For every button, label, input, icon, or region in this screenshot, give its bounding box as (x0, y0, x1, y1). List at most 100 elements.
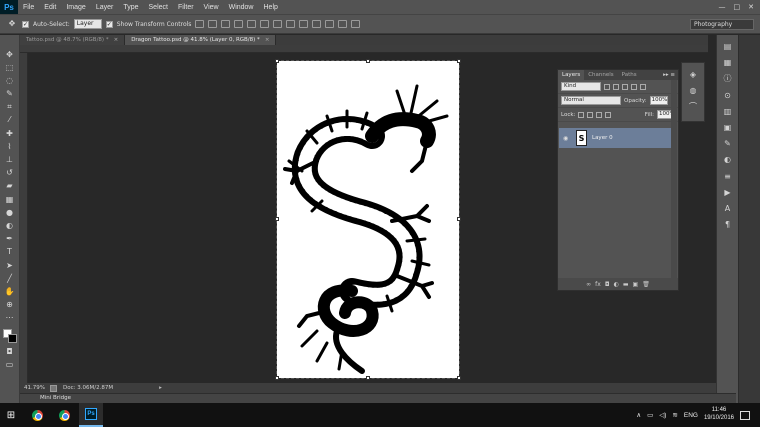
blur-tool-icon[interactable]: ● (4, 207, 16, 218)
align-right-icon[interactable] (260, 20, 270, 28)
windows-start-icon[interactable]: ⊞ (0, 410, 22, 421)
lock-image-icon[interactable] (587, 111, 594, 118)
panel-menu-icon[interactable]: ▸▸ ≡ (663, 72, 678, 78)
layers-panel-icon[interactable]: ◈ (687, 69, 699, 81)
horizontal-ruler[interactable] (20, 45, 708, 53)
pen-tool-icon[interactable]: ✒ (4, 234, 16, 245)
tab-paths[interactable]: Paths (618, 70, 641, 80)
distribute-right-icon[interactable] (338, 20, 348, 28)
battery-icon[interactable]: ▭ (647, 411, 653, 419)
adjustment-layer-icon[interactable]: ◐ (614, 281, 619, 288)
workspace-dropdown[interactable]: Photography (690, 19, 754, 30)
transform-handle-ml[interactable] (275, 217, 279, 221)
filter-shape-icon[interactable] (631, 83, 637, 90)
more-tools-icon[interactable]: ⋯ (4, 313, 16, 324)
menu-edit[interactable]: Edit (39, 4, 61, 11)
info-panel-icon[interactable]: ⓘ (722, 73, 734, 85)
filter-adjustment-icon[interactable] (613, 83, 619, 90)
paragraph-panel-icon[interactable]: ¶ (722, 219, 734, 231)
brush-panel-icon[interactable]: ✎ (722, 138, 734, 150)
zoom-tool-icon[interactable]: ⊕ (4, 300, 16, 311)
lasso-tool-icon[interactable]: ◌ (4, 75, 16, 86)
status-info-icon[interactable] (50, 384, 57, 392)
document-canvas[interactable] (276, 60, 460, 379)
move-tool-icon[interactable]: ✥ (4, 49, 16, 60)
mini-bridge-bar[interactable]: Mini Bridge (20, 393, 736, 403)
styles-panel-icon[interactable]: ≡ (722, 171, 734, 183)
history-panel-icon[interactable]: ▤ (722, 41, 734, 53)
blend-mode-dropdown[interactable]: Normal (561, 96, 621, 105)
crop-tool-icon[interactable]: ⌗ (4, 102, 16, 113)
tab-close-icon[interactable]: × (114, 37, 119, 43)
show-transform-checkbox[interactable]: ✓ (105, 20, 113, 28)
menu-filter[interactable]: Filter (173, 4, 199, 11)
taskbar-photoshop[interactable]: Ps (79, 403, 103, 427)
new-layer-icon[interactable]: ▣ (633, 281, 639, 288)
menu-file[interactable]: File (18, 4, 39, 11)
distribute-left-icon[interactable] (312, 20, 322, 28)
menu-image[interactable]: Image (61, 4, 90, 11)
zoom-level[interactable]: 41.79% (24, 385, 45, 391)
menu-view[interactable]: View (199, 4, 224, 11)
color-panel-icon[interactable]: ▦ (722, 57, 734, 69)
menu-type[interactable]: Type (118, 4, 143, 11)
align-top-icon[interactable] (195, 20, 205, 28)
menu-help[interactable]: Help (259, 4, 283, 11)
hand-tool-icon[interactable]: ✋ (4, 286, 16, 297)
transform-handle-tr[interactable] (457, 59, 461, 63)
auto-select-checkbox[interactable]: ✓ (22, 20, 29, 28)
distribute-top-icon[interactable] (273, 20, 283, 28)
clone-stamp-tool-icon[interactable]: ⊥ (4, 155, 16, 166)
filter-smart-object-icon[interactable] (640, 83, 646, 90)
kind-filter-dropdown[interactable]: Kind (561, 82, 601, 91)
add-mask-icon[interactable]: ◘ (605, 281, 610, 288)
lock-transparent-icon[interactable] (578, 111, 585, 118)
gradient-tool-icon[interactable]: ▦ (4, 194, 16, 205)
transform-handle-tc[interactable] (366, 59, 370, 63)
align-left-icon[interactable] (234, 20, 244, 28)
eraser-tool-icon[interactable]: ▰ (4, 181, 16, 192)
filter-pixel-icon[interactable] (604, 83, 610, 90)
visibility-eye-icon[interactable]: ◉ (563, 135, 571, 142)
opacity-input[interactable]: 100% (649, 96, 668, 105)
wifi-icon[interactable]: ≋ (672, 411, 677, 419)
layers-scrollbar[interactable] (671, 80, 677, 278)
screen-mode-icon[interactable]: ▭ (4, 359, 16, 370)
volume-icon[interactable]: ◁) (659, 411, 666, 419)
align-bottom-icon[interactable] (221, 20, 231, 28)
lock-position-icon[interactable] (596, 111, 603, 118)
layer-style-icon[interactable]: fx (595, 281, 601, 288)
distribute-vcenter-icon[interactable] (286, 20, 296, 28)
quick-mask-icon[interactable]: ◘ (4, 346, 16, 357)
notifications-icon[interactable] (740, 410, 750, 420)
menu-layer[interactable]: Layer (91, 4, 119, 11)
tab-tattoo[interactable]: Tattoo.psd @ 48.7% (RGB/8) * × (20, 35, 126, 45)
auto-select-dropdown[interactable]: Layer (73, 19, 102, 29)
adjustments-panel-icon[interactable]: ◐ (722, 154, 734, 166)
swatches-panel-icon[interactable]: ▣ (722, 122, 734, 134)
type-tool-icon[interactable]: T (4, 247, 16, 258)
filter-type-icon[interactable] (622, 83, 628, 90)
path-selection-tool-icon[interactable]: ➤ (4, 260, 16, 271)
transform-handle-br[interactable] (457, 376, 461, 380)
marquee-tool-icon[interactable]: ⬚ (4, 62, 16, 73)
vertical-ruler[interactable] (20, 53, 28, 383)
histogram-panel-icon[interactable]: ▥ (722, 106, 734, 118)
menu-window[interactable]: Window (224, 4, 259, 11)
transform-handle-bc[interactable] (366, 376, 370, 380)
align-vcenter-icon[interactable] (208, 20, 218, 28)
minimize-button[interactable]: — (719, 3, 726, 11)
lock-all-icon[interactable] (605, 111, 612, 118)
actions-panel-icon[interactable]: ▶ (722, 187, 734, 199)
history-brush-tool-icon[interactable]: ↺ (4, 168, 16, 179)
align-hcenter-icon[interactable] (247, 20, 257, 28)
show-hidden-icons-icon[interactable]: ∧ (636, 411, 641, 419)
taskbar-chrome-2[interactable] (52, 403, 76, 427)
tab-channels[interactable]: Channels (584, 70, 617, 80)
distribute-hcenter-icon[interactable] (325, 20, 335, 28)
clock[interactable]: 11:46 19/10/2016 (704, 407, 734, 423)
tab-dragon-tattoo[interactable]: Dragon Tattoo.psd @ 41.8% (Layer 0, RGB/… (125, 35, 277, 45)
transform-handle-mr[interactable] (457, 217, 461, 221)
new-group-icon[interactable]: ▬ (623, 281, 629, 288)
close-button[interactable]: ✕ (748, 3, 754, 11)
